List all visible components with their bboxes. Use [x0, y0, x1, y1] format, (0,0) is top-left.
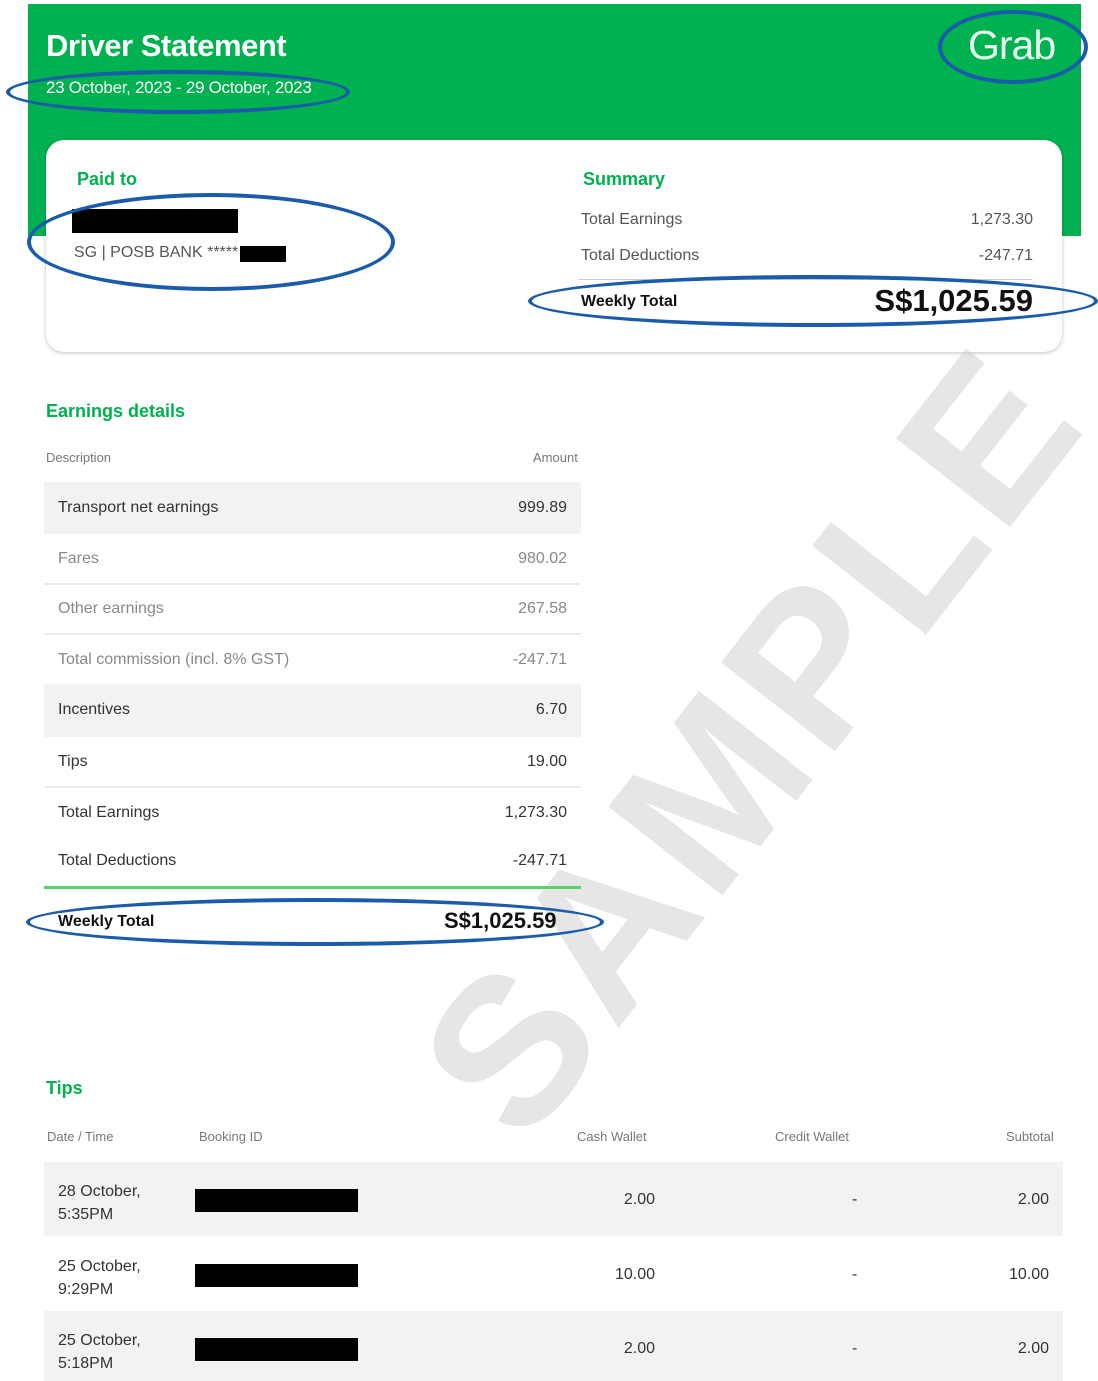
summary-total-deductions-value: -247.71: [978, 247, 1033, 264]
tips-title: Tips: [46, 1078, 83, 1098]
tips-datetime: 25 October, 9:29PM: [58, 1258, 141, 1298]
tips-credit: -: [852, 1340, 858, 1357]
tips-subtotal: 10.00: [1008, 1266, 1049, 1283]
tips-datetime: 28 October, 5:35PM: [58, 1183, 141, 1223]
earnings-row: Transport net earnings 999.89: [44, 482, 581, 534]
tips-col-subtotal: Subtotal: [1006, 1129, 1054, 1144]
tips-cash: 2.00: [623, 1191, 655, 1208]
tips-subtotal: 2.00: [1017, 1340, 1049, 1357]
tips-col-date: Date / Time: [47, 1129, 114, 1144]
paid-to-label: Paid to: [77, 169, 138, 189]
summary-label: Summary: [583, 169, 666, 189]
tips-col-cash: Cash Wallet: [577, 1129, 647, 1144]
tips-subtotal: 2.00: [1017, 1191, 1049, 1208]
highlight-ellipse-logo: [938, 10, 1088, 84]
highlight-ellipse-date-range: [6, 70, 350, 114]
tips-cash: 10.00: [614, 1266, 655, 1283]
earnings-col-amount: Amount: [533, 450, 578, 465]
tips-cash: 2.00: [623, 1340, 655, 1357]
highlight-ellipse-summary-total: [528, 275, 1098, 327]
earnings-row: Total Deductions -247.71: [58, 852, 567, 869]
earnings-details-title: Earnings details: [46, 401, 186, 421]
tips-datetime: 25 October, 5:18PM: [58, 1332, 141, 1372]
earnings-row: Tips 19.00: [58, 753, 567, 770]
page-title: Driver Statement: [46, 28, 287, 63]
tips-col-credit: Credit Wallet: [775, 1129, 849, 1144]
earnings-row: Total Earnings 1,273.30: [58, 804, 567, 821]
tips-credit: -: [852, 1266, 858, 1283]
highlight-ellipse-paid-to: [27, 193, 395, 291]
summary-total-deductions-label: Total Deductions: [581, 247, 700, 264]
tips-row: 25 October, 9:29PM 10.00 - 10.00: [44, 1237, 1063, 1311]
redacted-booking-id: [195, 1338, 358, 1361]
summary-total-earnings-label: Total Earnings: [581, 211, 683, 228]
earnings-total-divider: [44, 886, 581, 889]
tips-row: 25 October, 5:18PM 2.00 - 2.00: [44, 1311, 1063, 1381]
redacted-booking-id: [195, 1264, 358, 1287]
tips-col-booking: Booking ID: [199, 1129, 263, 1144]
tips-credit: -: [852, 1191, 858, 1208]
earnings-col-description: Description: [46, 450, 112, 465]
highlight-ellipse-weekly-total: [26, 898, 604, 946]
summary-total-deductions: Total Deductions -247.71: [581, 247, 1033, 265]
summary-total-earnings-value: 1,273.30: [970, 211, 1033, 228]
earnings-row: Incentives 6.70: [44, 684, 581, 737]
tips-row: 28 October, 5:35PM 2.00 - 2.00: [44, 1162, 1063, 1236]
summary-total-earnings: Total Earnings 1,273.30: [581, 211, 1033, 229]
earnings-row: Total commission (incl. 8% GST) -247.71: [58, 651, 567, 668]
redacted-booking-id: [195, 1189, 358, 1212]
earnings-row: Other earnings 267.58: [58, 600, 567, 617]
earnings-row: Fares 980.02: [58, 550, 567, 567]
